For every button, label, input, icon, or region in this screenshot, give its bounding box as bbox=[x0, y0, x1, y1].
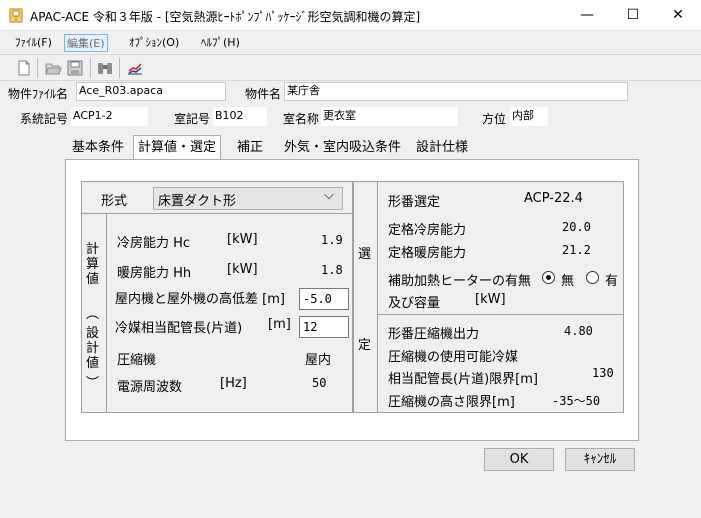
usable-pipe-label-1: 圧縮機の使用可能冷媒 bbox=[388, 350, 519, 365]
height-diff-input[interactable]: -5.0 bbox=[299, 288, 349, 310]
cooling-capacity-unit: [kW] bbox=[227, 232, 258, 247]
side-char: ︶ bbox=[86, 376, 100, 391]
property-file-label: 物件ﾌｧｲﾙ名 bbox=[8, 87, 69, 101]
frequency-value: 50 bbox=[312, 376, 327, 390]
orientation-label: 方位 bbox=[482, 112, 507, 126]
room-name-label: 室名称 bbox=[283, 112, 320, 126]
room-code-field: B102 bbox=[213, 107, 267, 126]
maximize-button[interactable]: ☐ bbox=[610, 0, 656, 31]
heater-none-label: 無 bbox=[561, 274, 575, 289]
room-code-label: 室記号 bbox=[174, 112, 211, 126]
divider bbox=[81, 213, 353, 214]
menu-edit[interactable]: 編集(E) bbox=[64, 34, 108, 52]
form-label: 形式 bbox=[101, 194, 128, 209]
rated-heating-label: 定格暖房能力 bbox=[388, 246, 467, 261]
tab-basic-conditions[interactable]: 基本条件 bbox=[68, 137, 128, 159]
compressor-output-value: 4.80 bbox=[564, 324, 593, 338]
height-limit-value: -35～50 bbox=[552, 394, 601, 408]
property-file-field: Ace_R03.apaca bbox=[76, 82, 226, 101]
rated-cooling-value: 20.0 bbox=[562, 220, 591, 234]
ok-button[interactable]: OK bbox=[484, 448, 554, 471]
toolbar-separator bbox=[119, 58, 120, 78]
rated-heating-value: 21.2 bbox=[562, 243, 591, 257]
binoculars-icon[interactable] bbox=[96, 59, 114, 77]
toolbar-separator bbox=[90, 58, 91, 78]
height-diff-label: 屋内機と屋外機の高低差 [m] bbox=[115, 292, 285, 307]
pipe-length-label: 冷媒相当配管長(片道) bbox=[115, 321, 243, 336]
heater-yes-label: 有 bbox=[605, 274, 619, 289]
cancel-button[interactable]: ｷｬﾝｾﾙ bbox=[565, 448, 635, 471]
divider bbox=[106, 213, 107, 413]
heating-capacity-unit: [kW] bbox=[227, 262, 258, 277]
side-char: 値 bbox=[86, 272, 100, 287]
height-limit-label: 圧縮機の高さ限界[m] bbox=[388, 395, 515, 410]
menu-options[interactable]: ｵﾌﾟｼｮﾝ(O) bbox=[127, 34, 181, 52]
menu-help[interactable]: ﾍﾙﾌﾟ(H) bbox=[199, 34, 242, 52]
tab-correction[interactable]: 補正 bbox=[233, 137, 267, 159]
property-name-label: 物件名 bbox=[245, 87, 282, 101]
model-label: 形番選定 bbox=[388, 195, 441, 210]
heating-capacity-label: 暖房能力 Hh bbox=[117, 266, 192, 281]
model-value: ACP-22.4 bbox=[524, 191, 583, 206]
divider bbox=[377, 181, 378, 413]
form-dropdown-value: 床置ダクト形 bbox=[158, 194, 237, 209]
tab-calculation-selection[interactable]: 計算値・選定 bbox=[133, 135, 222, 160]
compressor-label: 圧縮機 bbox=[117, 353, 157, 368]
side-char: 値 bbox=[86, 356, 100, 371]
compressor-value: 屋内 bbox=[305, 353, 332, 368]
close-button[interactable]: ✕ bbox=[655, 0, 701, 31]
heater-label: 補助加熱ヒーターの有無 bbox=[388, 274, 532, 289]
cooling-capacity-label: 冷房能力 Hc bbox=[117, 236, 191, 251]
side-char: ︵ bbox=[86, 307, 100, 322]
capacity-label: 及び容量 bbox=[388, 296, 441, 311]
capacity-unit: [kW] bbox=[475, 292, 506, 307]
chart-icon[interactable] bbox=[126, 59, 144, 77]
orientation-field: 内部 bbox=[510, 107, 548, 126]
divider bbox=[377, 314, 624, 315]
usable-pipe-label-2: 相当配管長(片道)限界[m] bbox=[388, 372, 538, 387]
system-code-field: ACP1-2 bbox=[71, 107, 148, 126]
rated-cooling-label: 定格冷房能力 bbox=[388, 223, 467, 238]
new-file-icon[interactable] bbox=[15, 59, 33, 77]
frequency-label: 電源周波数 bbox=[117, 380, 183, 395]
compressor-output-label: 形番圧縮機出力 bbox=[388, 327, 480, 342]
heater-none-radio[interactable] bbox=[542, 271, 555, 284]
selection-side-bottom: 定 bbox=[358, 338, 372, 353]
room-name-field: 更衣室 bbox=[321, 107, 458, 126]
chevron-down-icon: ⌵ bbox=[324, 188, 334, 203]
heating-capacity-value: 1.8 bbox=[321, 263, 343, 277]
open-folder-icon[interactable] bbox=[44, 59, 62, 77]
usable-pipe-value: 130 bbox=[592, 366, 614, 380]
cooling-capacity-value: 1.9 bbox=[321, 233, 343, 247]
save-icon[interactable] bbox=[66, 59, 84, 77]
frequency-unit: [Hz] bbox=[220, 376, 247, 391]
pipe-length-unit: [m] bbox=[268, 317, 291, 332]
property-name-field: 某庁舎 bbox=[284, 82, 628, 101]
heater-yes-radio[interactable] bbox=[586, 271, 599, 284]
pipe-length-input[interactable]: 12 bbox=[299, 316, 349, 338]
minimize-button[interactable]: — bbox=[564, 0, 610, 31]
system-code-label: 系統記号 bbox=[20, 112, 69, 126]
toolbar-separator bbox=[37, 58, 38, 78]
menu-file[interactable]: ﾌｧｲﾙ(F) bbox=[13, 34, 54, 52]
app-icon bbox=[9, 8, 23, 23]
tab-design-spec[interactable]: 設計仕様 bbox=[412, 137, 472, 159]
window-title: APAC-ACE 令和３年版 - [空気熱源ﾋｰﾄﾎﾟﾝﾌﾟﾊﾟｯｹｰｼﾞ形空気… bbox=[30, 10, 421, 24]
tab-outdoor-indoor-conditions[interactable]: 外気・室内吸込条件 bbox=[280, 137, 405, 159]
selection-side-top: 選 bbox=[358, 247, 372, 262]
